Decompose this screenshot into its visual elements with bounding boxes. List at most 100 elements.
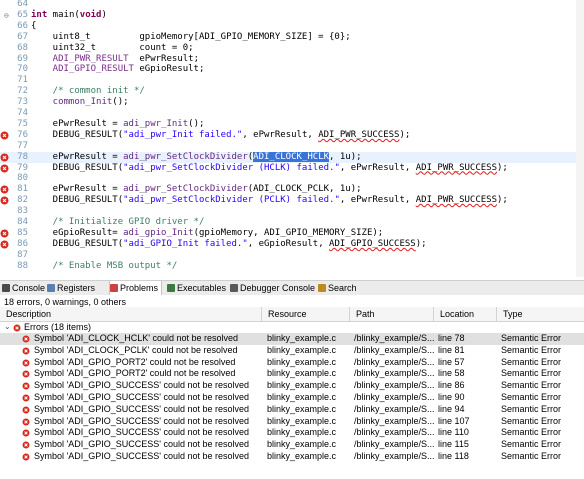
table-row[interactable]: Symbol 'ADI_GPIO_SUCCESS' could not be r…	[0, 416, 584, 428]
cell-type: Semantic Error	[501, 415, 562, 426]
cell-desc: Symbol 'ADI_GPIO_SUCCESS' could not be r…	[34, 380, 250, 391]
column-header-path[interactable]: Path	[350, 307, 434, 321]
error-marker-icon[interactable]	[0, 240, 9, 249]
cell-resource: blinky_example.c	[267, 380, 337, 391]
column-header-type[interactable]: Type	[497, 307, 584, 321]
cell-type: Semantic Error	[501, 427, 562, 438]
fold-toggle-icon[interactable]: ⊖	[4, 10, 9, 21]
code-line[interactable]: 78 ePwrResult = adi_pwr_SetClockDivider(…	[0, 151, 584, 163]
code-editor[interactable]: 64 ⊖ 65 int main(void) 66{67 uint8_t gpioMem…	[0, 0, 584, 277]
code-token: adi_pwr_SetClockDivider	[123, 184, 248, 195]
line-number: 85	[17, 227, 28, 238]
overview-ruler[interactable]	[576, 0, 584, 277]
tab-problems[interactable]: Problems	[109, 281, 163, 295]
code-line[interactable]: 80	[0, 173, 584, 184]
table-row[interactable]: Symbol 'ADI_GPIO_SUCCESS' could not be r…	[0, 404, 584, 416]
tab-console[interactable]: Console	[2, 281, 48, 295]
code-line[interactable]: 83	[0, 206, 584, 217]
table-row[interactable]: Symbol 'ADI_CLOCK_HCLK' could not be res…	[0, 333, 584, 345]
table-row[interactable]: Symbol 'ADI_GPIO_PORT2' could not be res…	[0, 357, 584, 369]
code-line[interactable]: 77	[0, 141, 584, 152]
code-line[interactable]: 74	[0, 108, 584, 119]
code-line[interactable]: 67 uint8_t gpioMemory[ADI_GPIO_MEMORY_SI…	[0, 32, 584, 43]
tab-executables[interactable]: Executables	[167, 281, 229, 295]
code-line[interactable]: ⊖ 65 int main(void)	[0, 10, 584, 21]
code-token: );	[497, 162, 508, 173]
cell-path: /blinky_example/S...	[354, 415, 434, 426]
tab-label: Console	[12, 283, 46, 293]
error-marker-icon[interactable]	[0, 196, 9, 205]
code-token: "adi_pwr_SetClockDivider (HCLK) failed."	[123, 162, 340, 173]
problems-icon	[110, 284, 118, 292]
code-token: ();	[188, 118, 205, 129]
table-row[interactable]: Symbol 'ADI_GPIO_SUCCESS' could not be r…	[0, 427, 584, 439]
line-number: 64	[17, 0, 28, 9]
cell-desc: Symbol 'ADI_GPIO_SUCCESS' could not be r…	[34, 403, 250, 414]
code-line[interactable]: 87	[0, 250, 584, 261]
line-number: 76	[17, 129, 28, 140]
error-marker-icon[interactable]	[0, 164, 9, 173]
code-token: );	[415, 238, 427, 249]
code-line[interactable]: 72 /* common init */	[0, 86, 584, 97]
table-row[interactable]: Symbol 'ADI_GPIO_SUCCESS' could not be r…	[0, 451, 584, 463]
code-line[interactable]: 76 DEBUG_RESULT("adi_pwr_Init failed.", …	[0, 130, 584, 141]
code-line[interactable]: 85 eGpioResult= adi_gpio_Init(gpioMemory…	[0, 228, 584, 239]
column-header-resource[interactable]: Resource	[262, 307, 350, 321]
table-row[interactable]: Symbol 'ADI_GPIO_SUCCESS' could not be r…	[0, 380, 584, 392]
table-row[interactable]: Symbol 'ADI_GPIO_PORT2' could not be res…	[0, 368, 584, 380]
code-token: {	[31, 20, 37, 31]
error-marker-icon[interactable]	[0, 229, 9, 238]
code-line[interactable]: 68 uint32_t count = 0;	[0, 43, 584, 54]
cell-type: Semantic Error	[501, 368, 562, 379]
code-token: ePwrResult =	[31, 184, 124, 195]
code-line[interactable]: 84 /* Initialize GPIO driver */	[0, 217, 584, 228]
cell-location: line 78	[438, 333, 465, 343]
code-line[interactable]: 66{	[0, 21, 584, 32]
code-token: , ePwrResult,	[339, 195, 416, 206]
code-text: DEBUG_RESULT("adi_pwr_SetClockDivider (P…	[31, 195, 508, 206]
cell-path: /blinky_example/S...	[354, 356, 434, 367]
code-token: eGpioResult;	[133, 64, 205, 75]
code-line[interactable]: 79 DEBUG_RESULT("adi_pwr_SetClockDivider…	[0, 163, 584, 174]
column-header-location[interactable]: Location	[434, 307, 497, 321]
cell-location: line 90	[438, 392, 465, 402]
code-text: ePwrResult = adi_pwr_SetClockDivider(ADI…	[31, 151, 362, 163]
code-line[interactable]: 75 ePwrResult = adi_pwr_Init();	[0, 119, 584, 130]
code-line[interactable]: 82 DEBUG_RESULT("adi_pwr_SetClockDivider…	[0, 195, 584, 206]
error-marker-icon[interactable]	[0, 185, 9, 194]
code-text: /* Enable MSB output */	[31, 261, 178, 272]
code-line[interactable]: 71	[0, 75, 584, 86]
line-number: 86	[17, 238, 28, 249]
error-icon	[22, 441, 30, 449]
code-text: /* Initialize GPIO driver */	[31, 217, 205, 228]
line-number: 68	[17, 42, 28, 53]
tab-registers[interactable]: Registers	[47, 281, 98, 295]
unresolved-symbol: ADI_PWR_SUCCESS	[415, 195, 498, 206]
tab-debugger-console[interactable]: Debugger Console	[230, 281, 318, 295]
code-token: ePwrResult =	[31, 151, 124, 162]
code-token: , ePwrResult,	[242, 129, 319, 140]
column-header-description[interactable]: Description	[0, 307, 262, 321]
code-line[interactable]: 86 DEBUG_RESULT("adi_GPIO_Init failed.",…	[0, 239, 584, 250]
tab-search[interactable]: Search	[318, 281, 360, 295]
table-row[interactable]: Symbol 'ADI_CLOCK_PCLK' could not be res…	[0, 345, 584, 357]
code-line[interactable]: 70 ADI_GPIO_RESULT eGpioResult;	[0, 64, 584, 75]
code-line[interactable]: 88 /* Enable MSB output */	[0, 261, 584, 272]
code-line[interactable]: 69 ADI_PWR_RESULT ePwrResult;	[0, 54, 584, 65]
code-token: (gpioMemory, ADI_GPIO_MEMORY_SIZE);	[193, 227, 384, 238]
chevron-down-icon[interactable]: ⌄	[4, 321, 11, 333]
table-row[interactable]: Symbol 'ADI_GPIO_SUCCESS' could not be r…	[0, 392, 584, 404]
table-row[interactable]: Symbol 'ADI_GPIO_SUCCESS' could not be r…	[0, 439, 584, 451]
cell-location: line 118	[438, 451, 469, 461]
registers-icon	[47, 284, 55, 292]
code-line[interactable]: 73 common_Init();	[0, 97, 584, 108]
error-icon	[22, 406, 30, 414]
errors-group-row[interactable]: ⌄ Errors (18 items)	[0, 321, 584, 333]
code-line[interactable]: 64	[0, 0, 584, 10]
cell-type: Semantic Error	[501, 439, 562, 450]
error-icon	[22, 418, 30, 426]
error-marker-icon[interactable]	[0, 153, 9, 162]
code-line[interactable]: 81 ePwrResult = adi_pwr_SetClockDivider(…	[0, 184, 584, 195]
error-marker-icon[interactable]	[0, 131, 9, 140]
code-text: DEBUG_RESULT("adi_pwr_SetClockDivider (H…	[31, 163, 508, 174]
